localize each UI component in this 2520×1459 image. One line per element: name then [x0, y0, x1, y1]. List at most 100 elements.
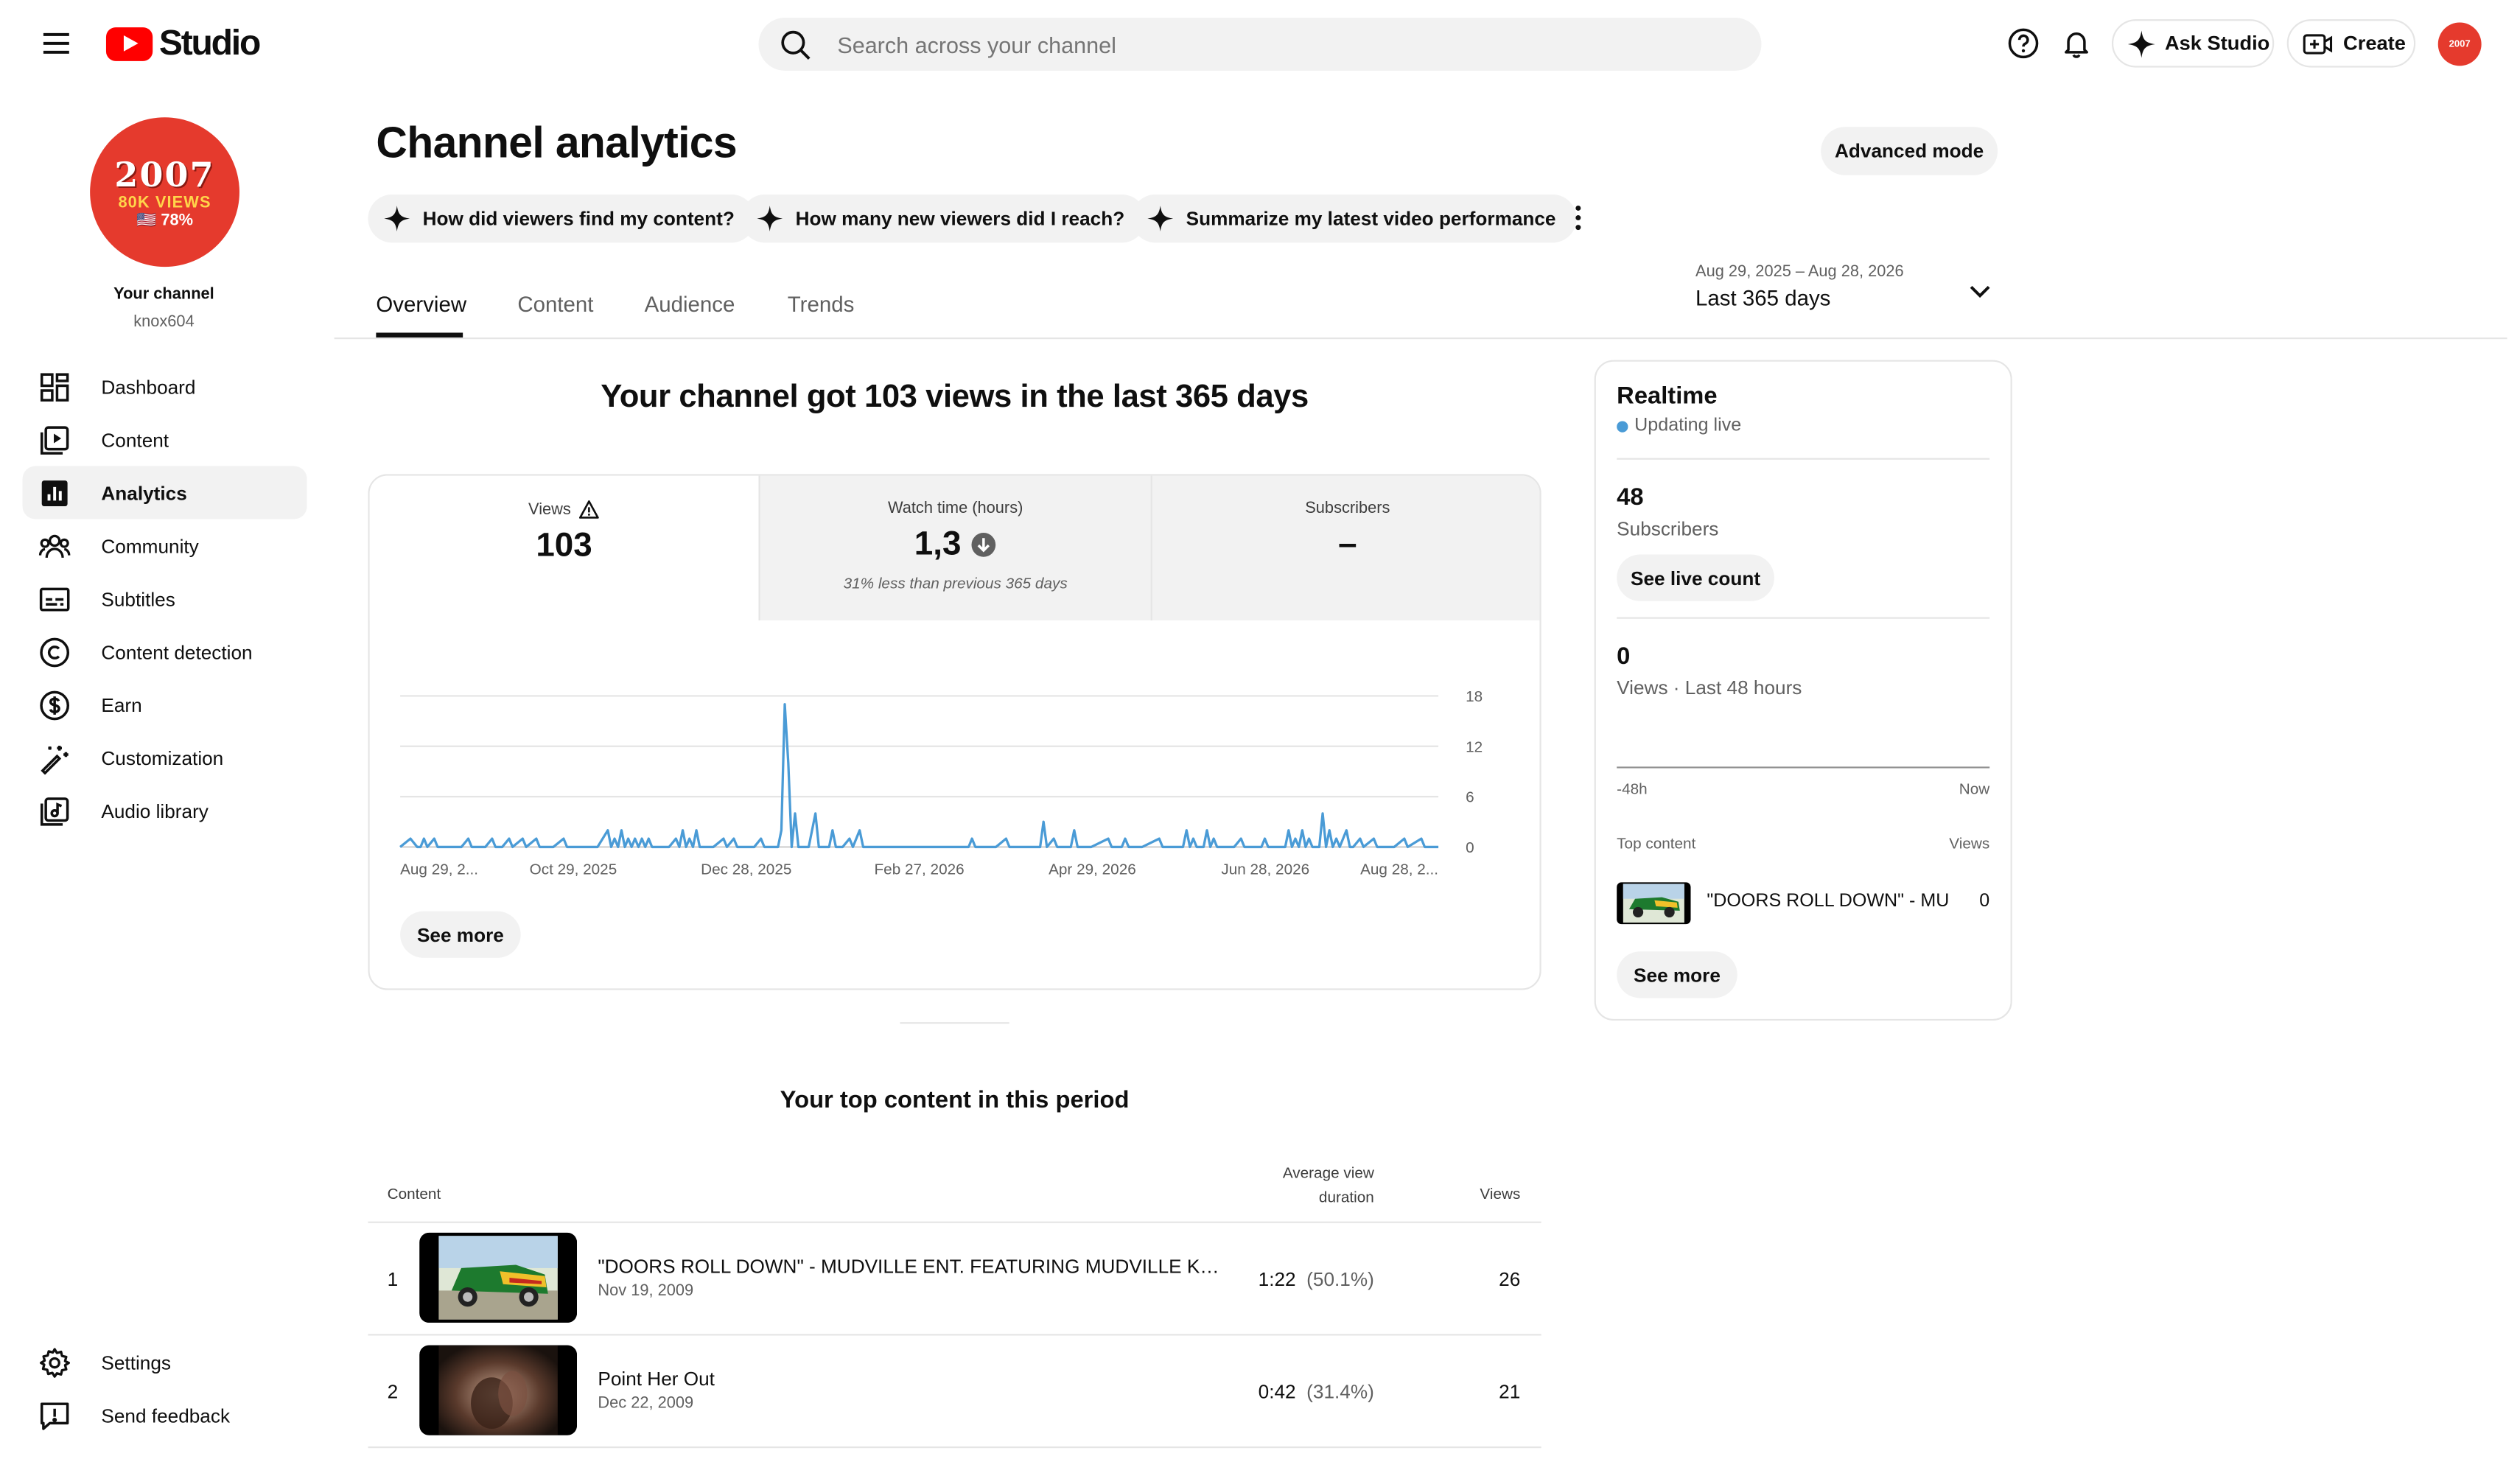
realtime-title: Realtime [1617, 382, 1718, 410]
column-header-avg-view-duration[interactable]: Average view duration [1214, 1162, 1374, 1210]
realtime-axis-end: Now [1959, 781, 1990, 800]
sidebar-item-label: Customization [101, 746, 224, 769]
duration-percent: (31.4%) [1306, 1380, 1374, 1404]
video-thumbnail[interactable] [419, 1232, 578, 1323]
sparkle-icon [384, 206, 410, 232]
chip-label: Summarize my latest video performance [1186, 207, 1556, 230]
sidebar-item-content[interactable]: Content [23, 413, 307, 466]
column-header-avd-line1: Average view [1282, 1165, 1374, 1183]
more-options-icon[interactable] [1567, 204, 1590, 231]
ai-suggestion-chip[interactable]: Summarize my latest video performance [1131, 194, 1577, 243]
sidebar-item-send-feedback[interactable]: Send feedback [23, 1388, 307, 1441]
warning-icon [579, 500, 600, 519]
advanced-mode-button[interactable]: Advanced mode [1821, 127, 1998, 175]
date-period-label[interactable]: Last 365 days [1695, 286, 1830, 310]
help-icon[interactable] [2007, 27, 2040, 60]
row-rank: 2 [387, 1380, 399, 1404]
realtime-views-label: Views · Last 48 hours [1617, 676, 1802, 699]
ai-suggestion-chip[interactable]: How did viewers find my content? [368, 194, 756, 243]
summary-headline: Your channel got 103 views in the last 3… [601, 379, 1309, 415]
video-views: 21 [1499, 1380, 1521, 1404]
sidebar-item-community[interactable]: Community [23, 519, 307, 572]
sidebar-item-settings[interactable]: Settings [23, 1335, 307, 1388]
video-thumbnail[interactable] [419, 1345, 578, 1435]
sidebar-item-label: Earn [101, 693, 142, 716]
column-header-views[interactable]: Views [1456, 1186, 1520, 1204]
page-title: Channel analytics [376, 119, 738, 167]
date-range[interactable]: Aug 29, 2025 – Aug 28, 2026 [1695, 264, 1904, 281]
duration-value: 0:42 [1258, 1380, 1296, 1404]
community-icon [38, 530, 71, 562]
ai-suggestion-chip[interactable]: How many new viewers did I reach? [741, 194, 1146, 243]
sidebar-item-subtitles[interactable]: Subtitles [23, 572, 307, 625]
gear-icon [38, 1346, 71, 1379]
logo-text: Studio [158, 22, 261, 63]
realtime-video-title[interactable]: "DOORS ROLL DOWN" - MU... [1707, 892, 1947, 912]
your-channel-label: Your channel [113, 286, 214, 304]
create-button[interactable]: Create [2286, 19, 2416, 68]
realtime-video-views: 0 [1979, 892, 1990, 912]
avg-view-duration: 1:22 (50.1%) [1214, 1268, 1374, 1291]
notifications-bell-icon[interactable] [2060, 27, 2093, 60]
search-bar[interactable] [758, 17, 1762, 71]
ask-studio-button[interactable]: Ask Studio [2111, 19, 2275, 68]
x-tick-label: Aug 29, 2... [400, 861, 478, 878]
channel-avatar[interactable]: 2007 80K VIEWS 🇺🇸 78% [90, 117, 239, 267]
see-live-count-button[interactable]: See live count [1617, 554, 1774, 601]
realtime-status: Updating live [1617, 416, 1741, 435]
tabs-divider [334, 337, 2507, 340]
sidebar-item-earn[interactable]: Earn [23, 678, 307, 731]
sparkle-icon [1147, 206, 1174, 232]
views-label: Views [528, 500, 571, 519]
x-tick-label: Dec 28, 2025 [701, 861, 791, 878]
chevron-down-icon[interactable] [1967, 278, 1993, 304]
subscribers-value: – [1338, 525, 1357, 563]
menu-icon[interactable] [42, 29, 71, 57]
realtime-see-more-button[interactable]: See more [1617, 951, 1737, 998]
youtube-play-icon [105, 26, 153, 60]
realtime-video-thumbnail[interactable] [1617, 882, 1691, 925]
subscribers-metric[interactable]: Subscribers – [1150, 475, 1540, 620]
sidebar-item-label: Analytics [101, 481, 187, 504]
table-row[interactable]: 1 "DOORS ROLL DOWN" - MUDVILLE ENT. FEAT… [368, 1223, 1541, 1334]
tab-content[interactable]: Content [517, 293, 593, 317]
sparkle-icon [757, 206, 783, 232]
views-metric[interactable]: Views 103 [369, 475, 759, 620]
views-series-line[interactable] [399, 703, 1439, 849]
create-video-icon [2303, 32, 2334, 56]
tab-overview[interactable]: Overview [376, 293, 466, 317]
sidebar-item-audio-library[interactable]: Audio library [23, 784, 307, 837]
realtime-views-value: 0 [1617, 643, 1631, 671]
channel-handle: knox604 [133, 313, 195, 332]
chip-label: How many new viewers did I reach? [795, 207, 1125, 230]
sidebar-item-analytics[interactable]: Analytics [22, 466, 307, 519]
y-tick-label: 18 [1466, 688, 1483, 705]
search-input[interactable] [833, 29, 1709, 59]
realtime-axis-start: -48h [1617, 781, 1648, 800]
realtime-subscribers-value: 48 [1617, 483, 1644, 511]
account-avatar[interactable]: 2007 [2437, 22, 2482, 66]
y-tick-label: 6 [1466, 789, 1474, 806]
sidebar-item-label: Content [101, 428, 169, 451]
see-more-button[interactable]: See more [400, 911, 521, 958]
x-tick-label: Apr 29, 2026 [1049, 861, 1136, 878]
search-icon [780, 28, 812, 60]
views-line-chart[interactable]: 18 12 6 0 Aug 29, 2... Oct 29, 2025 Dec 28, 20… [370, 620, 1540, 926]
audio-library-icon [38, 795, 71, 828]
video-title[interactable]: "DOORS ROLL DOWN" - MUDVILLE ENT. FEATUR… [598, 1255, 1233, 1278]
watch-time-metric[interactable]: Watch time (hours) 1,3 31% less than pre… [758, 475, 1151, 620]
studio-logo[interactable]: Studio [105, 22, 261, 65]
sidebar-item-customization[interactable]: Customization [23, 731, 307, 784]
row-rank: 1 [387, 1267, 399, 1291]
sidebar-item-dashboard[interactable]: Dashboard [23, 360, 307, 413]
dashboard-icon [38, 371, 71, 403]
sidebar-item-content-detection[interactable]: Content detection [23, 625, 307, 678]
sparkle-icon [2127, 29, 2155, 57]
channel-avatar-line1: 2007 [114, 154, 215, 195]
video-title[interactable]: Point Her Out [598, 1368, 1233, 1390]
tab-trends[interactable]: Trends [788, 293, 855, 317]
tab-audience[interactable]: Audience [645, 293, 735, 317]
sidebar-item-label: Audio library [101, 800, 209, 822]
table-row[interactable]: 2 Point Her Out Dec 22, 2009 0:42 (31.4%… [368, 1335, 1541, 1446]
dollar-icon [38, 689, 71, 721]
